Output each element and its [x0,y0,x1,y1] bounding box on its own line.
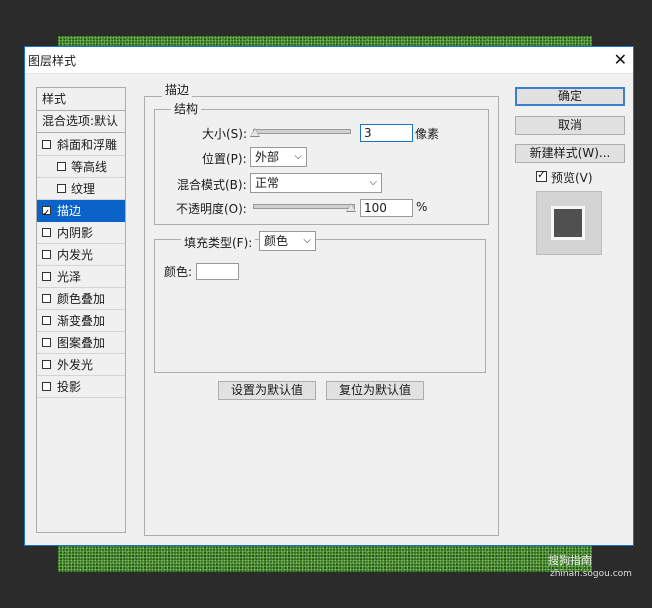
opacity-slider-track[interactable] [253,204,355,209]
style-item-color-overlay[interactable]: 颜色叠加 [37,288,125,310]
style-item-outer-glow[interactable]: 外发光 [37,354,125,376]
styles-list-panel: 样式 混合选项:默认 斜面和浮雕 等高线 纹理 描边 内阴影 [36,87,126,533]
outer-glow-checkbox[interactable] [42,360,51,369]
color-overlay-checkbox[interactable] [42,294,51,303]
drop-shadow-checkbox[interactable] [42,382,51,391]
watermark-url: zhinan.sogou.com [550,569,632,579]
bevel-emboss-checkbox[interactable] [42,140,51,149]
style-item-satin[interactable]: 光泽 [37,266,125,288]
texture-checkbox[interactable] [57,184,66,193]
close-icon[interactable]: ✕ [614,50,627,69]
size-slider-thumb[interactable] [250,128,260,137]
dialog-title: 图层样式 [28,54,77,68]
style-item-contour[interactable]: 等高线 [37,156,125,178]
sogou-logo-text: 搜狗指南 [548,554,592,567]
cancel-button[interactable]: 取消 [515,116,625,135]
sogou-watermark: 搜狗指南 zhinan.sogou.com [548,552,632,579]
position-label: 位置(P): [202,152,247,166]
fill-group [154,239,486,373]
ok-button[interactable]: 确定 [515,87,625,106]
style-item-texture[interactable]: 纹理 [37,178,125,200]
opacity-unit: % [416,200,428,214]
style-item-bevel-emboss[interactable]: 斜面和浮雕 [37,134,125,156]
opacity-label: 不透明度(O): [176,202,247,216]
contour-checkbox[interactable] [57,162,66,171]
chevron-down-icon: ⌵ [303,235,311,246]
stroke-checkbox[interactable] [42,203,51,225]
size-unit: 像素 [415,127,440,141]
title-bar: 图层样式 ✕ [25,47,633,74]
fill-type-label: 填充类型(F): [181,234,256,251]
blend-mode-select[interactable]: 正常 ⌵ [250,173,382,193]
structure-title: 结构 [171,100,202,117]
color-label: 颜色: [164,265,193,279]
gradient-overlay-checkbox[interactable] [42,316,51,325]
satin-checkbox[interactable] [42,272,51,281]
blend-mode-label: 混合模式(B): [177,178,247,192]
stroke-color-swatch[interactable] [196,263,239,280]
style-item-stroke[interactable]: 描边 [37,200,125,225]
size-slider-track[interactable] [253,129,351,134]
set-default-button[interactable]: 设置为默认值 [218,381,316,400]
preview-swatch [551,206,585,240]
style-item-gradient-overlay[interactable]: 渐变叠加 [37,310,125,332]
opacity-slider-thumb[interactable] [346,203,356,212]
style-preview-thumbnail [536,191,602,255]
chevron-down-icon: ⌵ [369,177,377,188]
blend-options-item[interactable]: 混合选项:默认 [37,110,125,132]
background-texture-bottom [58,544,592,572]
position-value: 外部 [255,150,280,164]
reset-default-button[interactable]: 复位为默认值 [326,381,424,400]
stroke-section-title: 描边 [162,81,193,98]
new-style-button[interactable]: 新建样式(W)... [515,144,625,163]
size-label: 大小(S): [202,127,248,141]
inner-shadow-checkbox[interactable] [42,228,51,237]
styles-header: 样式 [42,92,67,106]
blend-mode-value: 正常 [255,176,280,190]
fill-type-value: 颜色 [264,234,289,248]
fill-type-select[interactable]: 颜色 ⌵ [259,231,316,251]
style-item-inner-glow[interactable]: 内发光 [37,244,125,266]
style-item-inner-shadow[interactable]: 内阴影 [37,222,125,244]
position-select[interactable]: 外部 ⌵ [250,147,307,167]
size-input[interactable]: 3 [360,124,413,142]
preview-label: 预览(V) [551,171,593,185]
opacity-input[interactable]: 100 [360,199,413,217]
pattern-overlay-checkbox[interactable] [42,338,51,347]
preview-checkbox[interactable] [536,168,547,182]
inner-glow-checkbox[interactable] [42,250,51,259]
chevron-down-icon: ⌵ [294,151,302,162]
style-item-drop-shadow[interactable]: 投影 [37,376,125,398]
layer-style-dialog: 图层样式 ✕ 样式 混合选项:默认 斜面和浮雕 等高线 纹理 描边 [24,46,634,546]
style-item-pattern-overlay[interactable]: 图案叠加 [37,332,125,354]
